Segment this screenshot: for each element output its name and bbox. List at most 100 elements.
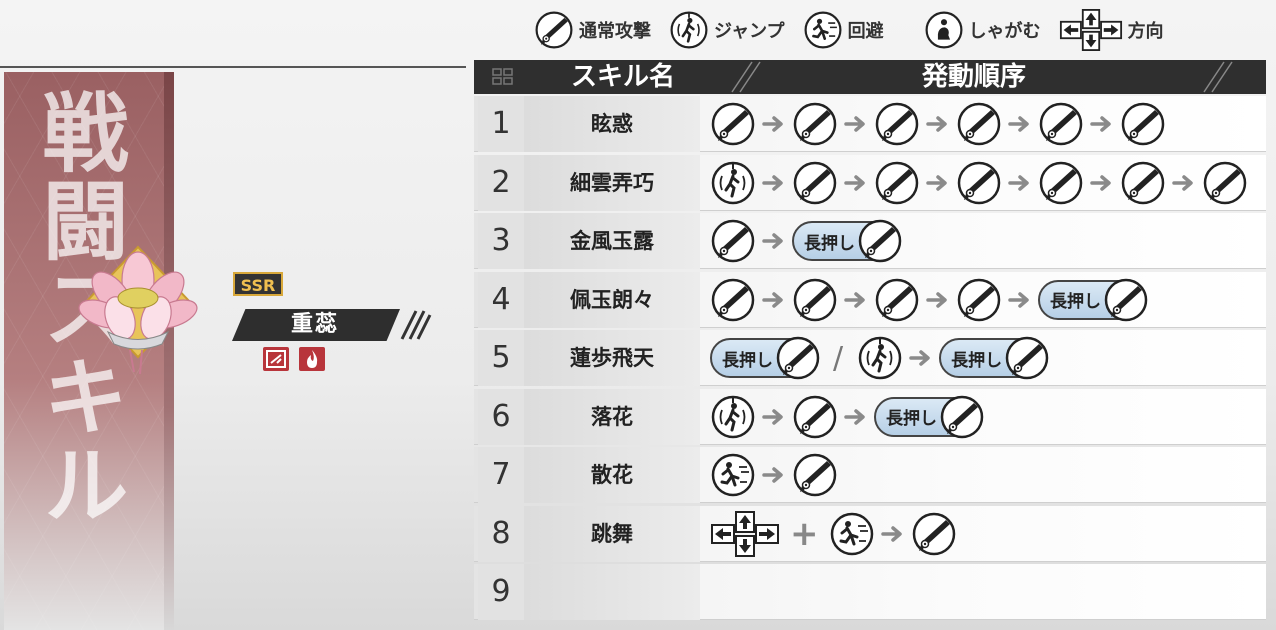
arrow-right-icon — [926, 290, 950, 310]
skill-number: 7 — [491, 457, 511, 492]
sword-icon — [775, 335, 821, 381]
header-order: 発動順序 — [921, 62, 1026, 92]
skill-name: 蓮歩飛天 — [570, 346, 654, 370]
input-sequence: 長押し / 長押し — [710, 330, 1048, 386]
sword-icon — [956, 101, 1002, 147]
dodge-icon — [710, 452, 756, 498]
lotus-emblem-icon — [78, 245, 198, 375]
table-row: 4 佩玉朗々 長押し — [474, 271, 1266, 328]
arrow-right-icon — [881, 524, 905, 544]
arrow-right-icon — [844, 114, 868, 134]
arrow-right-icon — [1090, 173, 1114, 193]
sword-icon — [1120, 101, 1166, 147]
sword-icon — [1202, 160, 1248, 206]
jump-icon — [710, 394, 756, 440]
legend-attack: 通常攻撃 — [534, 10, 651, 50]
hold-attack-badge: 長押し — [792, 221, 901, 261]
hold-label: 長押し — [886, 409, 937, 429]
legend-label: 通常攻撃 — [579, 21, 651, 42]
name-cell — [524, 564, 700, 620]
hold-label: 長押し — [722, 350, 773, 371]
slash-decoration — [400, 310, 432, 340]
arrow-right-icon — [844, 407, 868, 427]
arrow-right-icon — [926, 114, 950, 134]
legend-crouch: しゃがむ — [924, 10, 1041, 50]
table-row: 7 散花 — [474, 447, 1266, 503]
arrow-right-icon — [762, 173, 786, 193]
sword-icon — [710, 101, 756, 147]
hold-label: 長押し — [951, 350, 1003, 371]
skill-number: 3 — [491, 223, 511, 258]
input-sequence — [710, 155, 1248, 211]
jump-icon — [857, 335, 903, 381]
legend-direction: 方向 — [1059, 9, 1164, 51]
sword-icon — [1004, 335, 1050, 381]
sword-icon — [857, 218, 903, 264]
arrow-right-icon — [762, 114, 786, 134]
skill-number: 4 — [491, 281, 511, 317]
or-separator: / — [833, 340, 844, 376]
skill-number: 1 — [491, 106, 511, 141]
divider — [0, 66, 466, 68]
skill-name: 散花 — [591, 463, 633, 487]
sword-icon — [792, 277, 838, 323]
fire-element-icon — [299, 347, 325, 371]
legend-label: 方向 — [1127, 21, 1164, 42]
table-row: 6 落花 長押し — [474, 388, 1266, 445]
blade-element-icon — [263, 347, 289, 371]
skill-table: スキル名 発動順序 1 眩惑 2 細雲弄巧 3 金風玉露 長押し 4 佩玉朗々 … — [474, 60, 1266, 620]
jump-icon — [669, 10, 709, 50]
arrow-right-icon — [762, 407, 786, 427]
hold-attack-badge: 長押し — [874, 397, 983, 437]
dodge-icon — [803, 10, 843, 50]
sword-icon — [792, 101, 838, 147]
sword-icon — [1120, 160, 1166, 206]
input-sequence: 長押し — [710, 213, 901, 269]
sword-icon — [792, 160, 838, 206]
legend-jump: ジャンプ — [669, 10, 785, 50]
sword-icon — [792, 452, 838, 498]
sword-icon — [911, 511, 957, 557]
dodge-icon — [829, 511, 875, 557]
hold-label: 長押し — [804, 233, 855, 254]
crouch-icon — [924, 10, 964, 50]
sword-icon — [534, 10, 574, 50]
sword-icon — [710, 218, 756, 264]
arrow-right-icon — [1008, 290, 1032, 310]
input-sequence: 長押し — [710, 389, 983, 445]
dpad-icon — [710, 511, 780, 557]
sword-icon — [710, 277, 756, 323]
dpad-icon — [1059, 9, 1123, 51]
arrow-right-icon — [1172, 173, 1196, 193]
legend-label: しゃがむ — [968, 21, 1041, 42]
sword-icon — [1038, 160, 1084, 206]
skill-name: 金風玉露 — [570, 229, 654, 253]
header-slash — [1203, 61, 1233, 93]
sword-icon — [792, 394, 838, 440]
sword-icon — [956, 277, 1002, 323]
plus-separator: + — [790, 513, 819, 554]
arrow-right-icon — [762, 290, 786, 310]
arrow-right-icon — [1090, 114, 1114, 134]
arrow-right-icon — [762, 465, 786, 485]
input-sequence — [710, 447, 838, 503]
sword-icon — [874, 277, 920, 323]
hold-attack-badge: 長押し — [1038, 280, 1147, 320]
table-row: 8 跳舞 + — [474, 505, 1266, 562]
control-legend: 通常攻撃 ジャンプ 回避 しゃがむ 方向 — [534, 10, 1182, 50]
table-row: 1 眩惑 — [474, 96, 1266, 152]
header-skill-name: スキル名 — [570, 62, 675, 92]
arrow-right-icon — [1008, 173, 1032, 193]
arrow-right-icon — [909, 348, 933, 368]
hold-attack-badge: 長押し — [939, 338, 1048, 378]
input-sequence: + — [710, 506, 957, 562]
skill-name: 佩玉朗々 — [570, 287, 654, 312]
sword-icon — [1103, 277, 1149, 323]
sword-icon — [874, 160, 920, 206]
skill-name: 落花 — [591, 404, 633, 429]
table-row: 3 金風玉露 長押し — [474, 213, 1266, 269]
hold-label: 長押し — [1050, 292, 1101, 312]
arrow-right-icon — [762, 231, 786, 251]
legend-dodge: 回避 — [803, 10, 884, 50]
header-slash — [731, 61, 761, 93]
